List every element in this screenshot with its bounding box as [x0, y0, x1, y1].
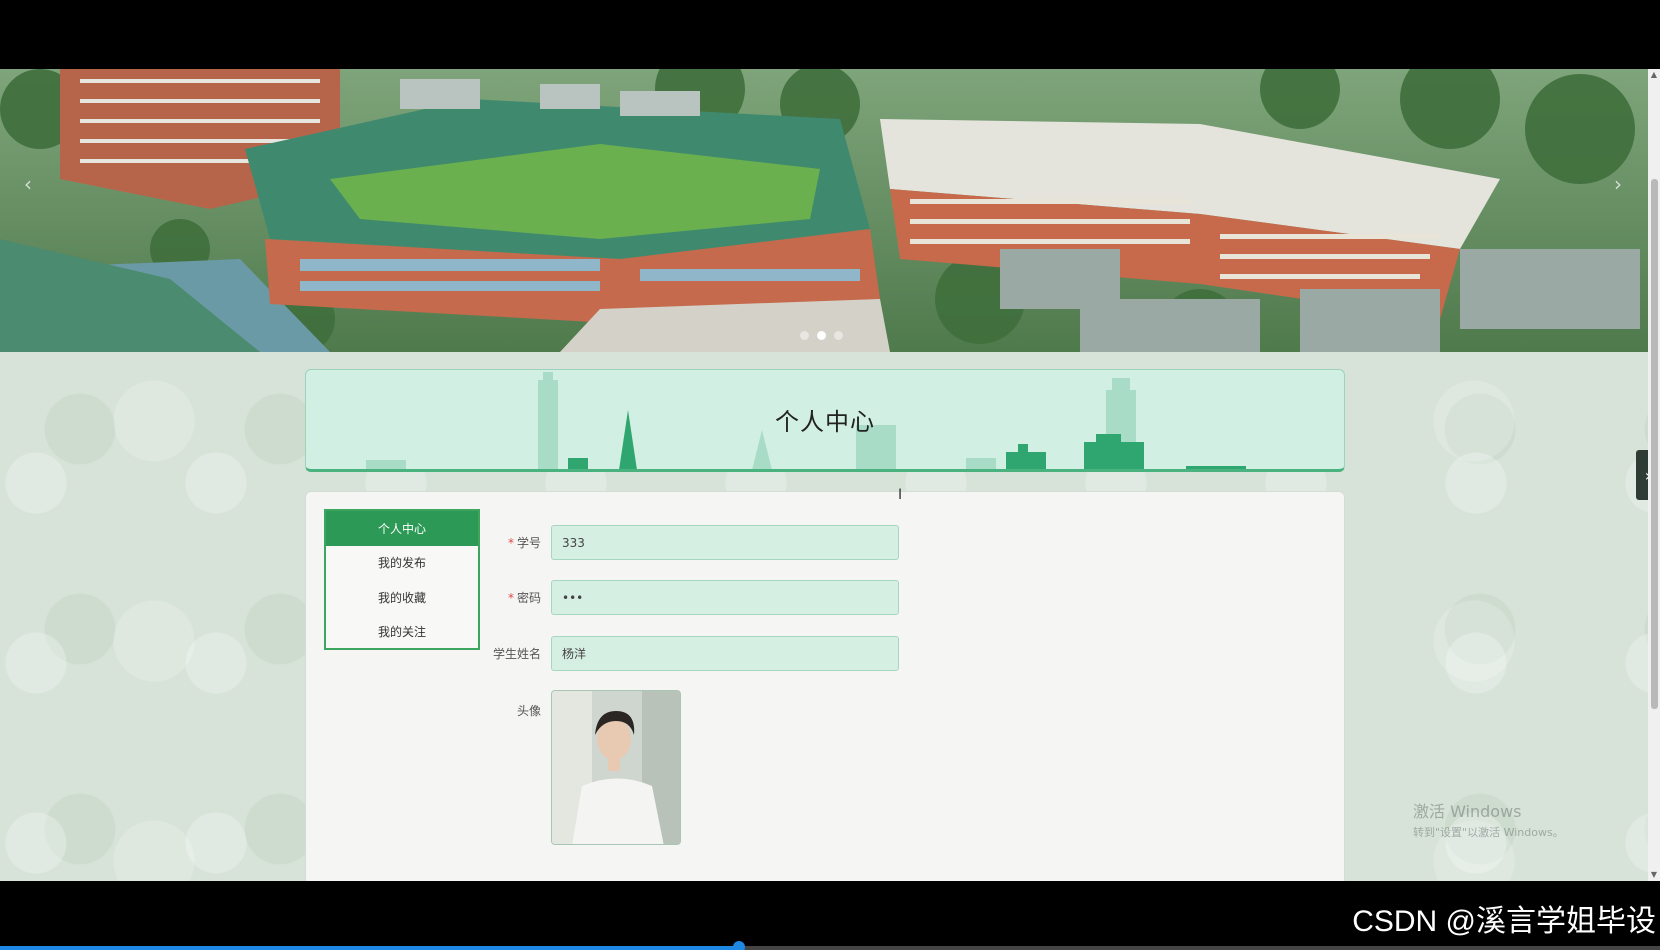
menu-item-personal-center[interactable]: 个人中心: [326, 511, 478, 546]
form-row-student-name: 学生姓名 杨洋: [486, 636, 899, 671]
profile-side-menu: 个人中心 我的发布 我的收藏 我的关注: [324, 509, 480, 650]
required-star: *: [507, 591, 514, 605]
scroll-up-icon[interactable]: ▲: [1648, 69, 1660, 81]
required-star: *: [507, 536, 514, 550]
carousel-indicators: [800, 331, 843, 340]
avatar-image: [552, 691, 680, 844]
profile-content-card: 个人中心 我的发布 我的收藏 我的关注 * 学号 333 * 密码 ••• 学生姓名…: [305, 491, 1345, 881]
password-input[interactable]: •••: [551, 580, 899, 615]
avatar-upload[interactable]: [551, 690, 681, 845]
text-cursor-icon: I: [898, 487, 903, 503]
windows-activation-watermark: 激活 Windows 转到"设置"以激活 Windows。: [1413, 802, 1564, 839]
video-progress-fill: [0, 946, 739, 950]
video-top-letterbox: [0, 0, 1660, 69]
menu-item-my-follows[interactable]: 我的关注: [326, 615, 478, 650]
browser-viewport: ‹ › 个人中心 个人中心 我的发布 我的收藏 我的关注 * 学号 333 * …: [0, 69, 1660, 881]
page-title-card: 个人中心: [305, 369, 1345, 472]
carousel-dot-active[interactable]: [817, 331, 826, 340]
chevron-right-icon[interactable]: ›: [1608, 169, 1628, 199]
student-name-label: 学生姓名: [492, 647, 541, 661]
scroll-down-icon[interactable]: ▼: [1648, 869, 1660, 881]
student-id-label: * 学号: [507, 536, 541, 550]
vertical-scrollbar[interactable]: ▲ ▼: [1648, 69, 1660, 881]
form-row-avatar: 头像: [486, 690, 681, 845]
carousel-dot[interactable]: [800, 331, 809, 340]
campus-banner-image: [0, 69, 1648, 352]
chevron-left-icon[interactable]: ‹: [18, 169, 38, 199]
student-name-input[interactable]: 杨洋: [551, 636, 899, 671]
menu-item-my-posts[interactable]: 我的发布: [326, 546, 478, 581]
student-id-input[interactable]: 333: [551, 525, 899, 560]
carousel-dot[interactable]: [834, 331, 843, 340]
video-progress-knob[interactable]: [732, 941, 745, 950]
source-watermark: CSDN @溪言学姐毕设: [1352, 905, 1656, 938]
form-row-student-id: * 学号 333: [486, 525, 899, 560]
form-row-password: * 密码 •••: [486, 580, 899, 615]
avatar-label: 头像: [516, 704, 541, 718]
scrollbar-thumb[interactable]: [1651, 179, 1658, 709]
password-label: * 密码: [507, 591, 541, 605]
page-title: 个人中心: [775, 408, 875, 436]
menu-item-my-favorites[interactable]: 我的收藏: [326, 580, 478, 615]
hero-banner-carousel[interactable]: ‹ ›: [0, 69, 1648, 352]
